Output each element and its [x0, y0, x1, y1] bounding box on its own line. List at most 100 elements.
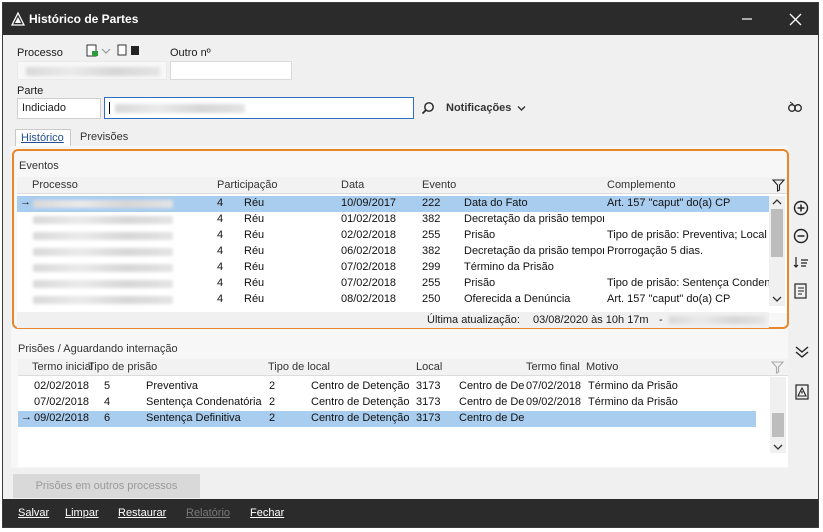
fechar-button[interactable]: Fechar — [250, 507, 284, 519]
complemento-cell: Tipo de prisão: Sentença Condenatória — [607, 277, 769, 289]
remove-icon[interactable] — [792, 227, 810, 245]
participacao-num-cell: 4 — [217, 213, 224, 225]
table-row[interactable]: 4 Réu 02/02/2018 255 Prisão Tipo de prisão: P… — [17, 228, 769, 244]
table-row[interactable]: 4 Réu 06/02/2018 382 Decretação da prisão te… — [17, 244, 769, 260]
evento-codigo-cell: 382 — [422, 213, 441, 225]
evento-cell: Decretação da prisão temporária — [464, 213, 604, 225]
table-row[interactable]: 02/02/2018 5 Preventiva 2 Centro de Detenção… — [18, 379, 756, 395]
outro-numero-label: Outro nº — [170, 47, 211, 59]
evento-codigo-cell: 382 — [422, 245, 441, 257]
col-tipo-local[interactable]: Tipo de local — [268, 361, 330, 373]
eventos-scrollbar[interactable] — [769, 196, 785, 306]
prisoes-grid-header: Termo inicial Tipo de prisão Tipo de loc… — [18, 359, 788, 376]
col-evento[interactable]: Evento — [422, 179, 456, 191]
sort-list-icon[interactable] — [792, 254, 810, 272]
warning-doc-icon[interactable] — [793, 383, 811, 401]
evento-codigo-cell: 222 — [422, 197, 441, 209]
bottom-action-bar: Salvar Limpar Restaurar Relatório Fechar — [3, 499, 818, 527]
restaurar-button[interactable]: Restaurar — [118, 507, 166, 519]
evento-codigo-cell: 250 — [422, 293, 441, 305]
col-tipo-prisao[interactable]: Tipo de prisão — [88, 361, 157, 373]
col-complemento[interactable]: Complemento — [607, 179, 675, 191]
historico-partes-window: Histórico de Partes Processo Outro nº Pa… — [2, 2, 819, 528]
parte-nome-field[interactable] — [104, 97, 414, 119]
termo-final-cell: 07/02/2018 — [526, 380, 582, 392]
tipo-prisao-codigo-cell: 4 — [104, 396, 111, 408]
usuario-redacted — [669, 316, 765, 324]
chevron-down-icon[interactable] — [101, 47, 111, 55]
table-row[interactable]: → 09/02/2018 6 Sentença Definitiva 2 Centro d… — [18, 411, 756, 427]
report-icon[interactable] — [792, 282, 810, 300]
data-cell: 01/02/2018 — [341, 213, 397, 225]
scroll-down-icon[interactable] — [772, 295, 782, 303]
salvar-button[interactable]: Salvar — [18, 507, 49, 519]
limpar-button[interactable]: Limpar — [65, 507, 99, 519]
col-termo-inicial[interactable]: Termo inicial — [32, 361, 93, 373]
notificacoes-dropdown[interactable]: Notificações — [446, 100, 526, 116]
tipo-local-codigo-cell: 2 — [269, 396, 276, 408]
col-termo-final[interactable]: Termo final — [526, 361, 580, 373]
tipo-prisao-cell: Sentença Condenatória — [146, 396, 262, 408]
eventos-frame: Eventos Processo Participação Data Event… — [12, 149, 789, 329]
eventos-scroll-thumb[interactable] — [771, 209, 783, 257]
new-doc-icon[interactable] — [85, 43, 99, 57]
minimize-button[interactable] — [724, 3, 770, 35]
processo-field[interactable] — [17, 61, 167, 80]
scroll-down-icon[interactable] — [773, 443, 783, 451]
participacao-num-cell: 4 — [217, 197, 224, 209]
app-logo-icon — [11, 12, 25, 26]
prisoes-title: Prisões / Aguardando internação — [18, 343, 178, 355]
prisoes-scrollbar[interactable] — [770, 377, 786, 453]
processo-redacted — [26, 67, 160, 76]
local-numero-cell: 3173 — [416, 396, 441, 408]
motivo-cell: Término da Prisão — [588, 380, 678, 392]
processo-redacted — [33, 216, 173, 224]
local-cell: Centro de De — [459, 380, 525, 392]
table-row[interactable]: 4 Réu 01/02/2018 382 Decretação da prisão te… — [17, 212, 769, 228]
table-row[interactable]: 4 Réu 07/02/2018 299 Término da Prisão — [17, 260, 769, 276]
participacao-cell: Réu — [244, 245, 265, 257]
col-data[interactable]: Data — [341, 179, 364, 191]
tipo-prisao-cell: Preventiva — [146, 380, 198, 392]
col-participacao[interactable]: Participação — [217, 179, 278, 191]
table-row[interactable]: 4 Réu 08/02/2018 250 Oferecida a Denúncia Art… — [17, 292, 769, 308]
prisoes-scroll-thumb[interactable] — [772, 413, 784, 437]
tab-historico[interactable]: Histórico — [15, 129, 71, 147]
local-numero-cell: 3173 — [416, 412, 441, 424]
table-row[interactable]: 07/02/2018 4 Sentença Condenatória 2 Centro … — [18, 395, 756, 411]
processo-redacted — [33, 280, 173, 288]
link-icon[interactable] — [787, 100, 803, 114]
scroll-up-icon[interactable] — [772, 198, 782, 206]
copy-icon[interactable] — [117, 44, 141, 57]
evento-cell: Decretação da prisão temporária — [464, 245, 604, 257]
complemento-cell: Tipo de prisão: Preventiva; Local — [607, 229, 767, 241]
tipo-local-codigo-cell: 2 — [269, 380, 276, 392]
add-icon[interactable] — [792, 199, 810, 217]
data-cell: 02/02/2018 — [341, 229, 397, 241]
col-processo[interactable]: Processo — [32, 179, 78, 191]
data-cell: 10/09/2017 — [341, 197, 397, 209]
col-motivo[interactable]: Motivo — [586, 361, 618, 373]
prisoes-outros-processos-button[interactable]: Prisões em outros processos — [13, 474, 200, 498]
evento-codigo-cell: 255 — [422, 229, 441, 241]
table-row[interactable]: → 4 Réu 10/09/2017 222 Data do Fato Art. 157 "… — [17, 196, 769, 212]
processo-redacted — [33, 200, 173, 208]
close-icon — [789, 13, 801, 25]
collapse-icon[interactable] — [793, 343, 811, 361]
relatorio-button[interactable]: Relatório — [186, 507, 230, 519]
close-window-button[interactable] — [772, 3, 818, 35]
tab-previsoes[interactable]: Previsões — [75, 129, 135, 147]
evento-cell: Data do Fato — [464, 197, 528, 209]
complemento-cell: Art. 157 "caput" do(a) CP — [607, 293, 731, 305]
col-local[interactable]: Local — [416, 361, 442, 373]
filter-icon[interactable] — [771, 361, 784, 374]
outro-numero-field[interactable] — [170, 61, 292, 80]
table-row[interactable]: 4 Réu 07/02/2018 255 Prisão Tipo de prisão: S… — [17, 276, 769, 292]
filter-icon[interactable] — [772, 179, 785, 192]
termo-inicial-cell: 02/02/2018 — [34, 380, 90, 392]
participacao-num-cell: 4 — [217, 229, 224, 241]
evento-cell: Prisão — [464, 229, 496, 241]
local-cell: Centro de De — [459, 412, 525, 424]
search-icon[interactable] — [421, 101, 435, 115]
parte-tipo-field[interactable]: Indiciado — [17, 98, 101, 119]
